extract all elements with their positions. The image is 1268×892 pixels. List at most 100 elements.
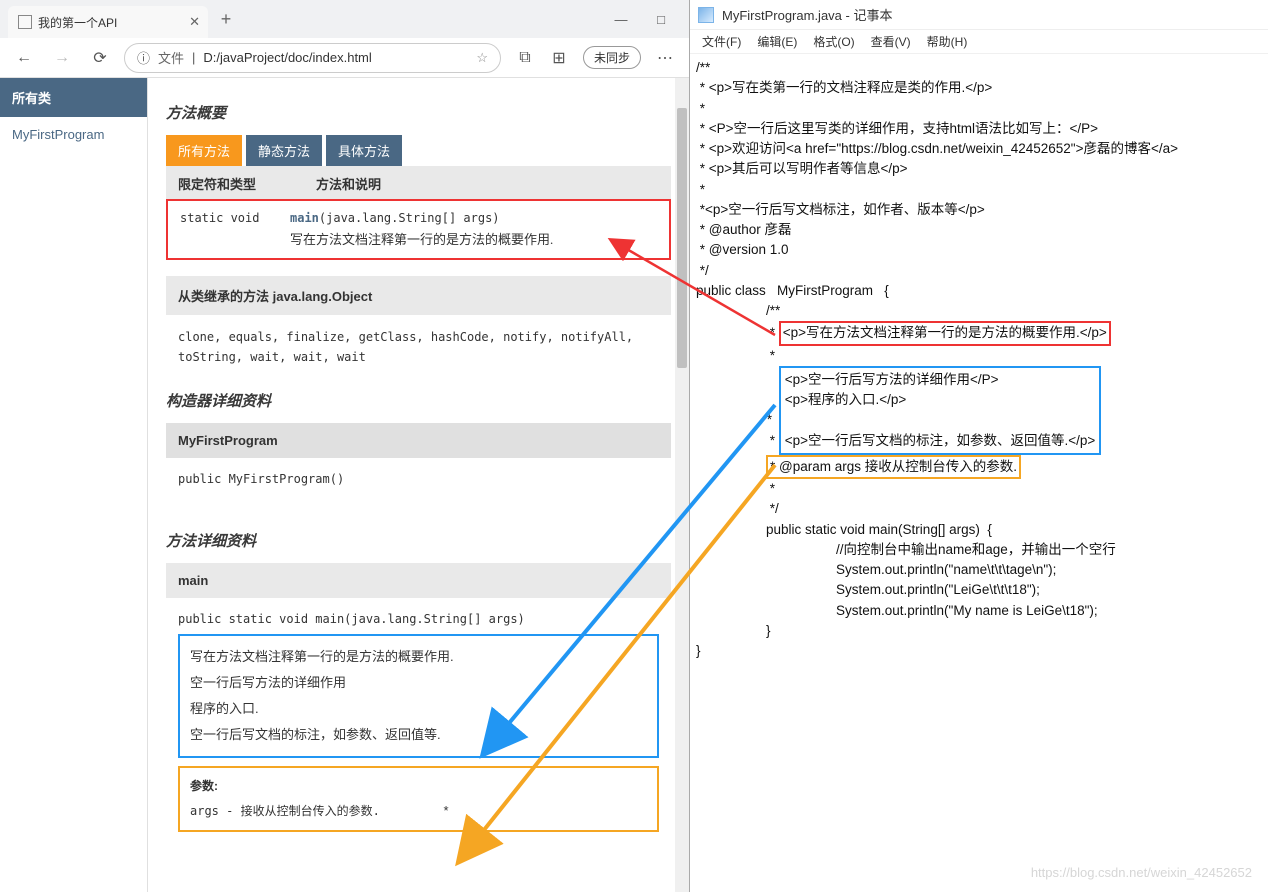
window-controls: — □: [601, 4, 681, 34]
code-line: *: [767, 412, 772, 427]
code-line: *: [696, 180, 1262, 200]
constructor-name: MyFirstProgram: [166, 423, 671, 458]
desc-line: 程序的入口.: [190, 696, 647, 722]
sidebar-class-link[interactable]: MyFirstProgram: [0, 117, 147, 152]
menu-format[interactable]: 格式(O): [807, 31, 860, 52]
method-summary-desc: 写在方法文档注释第一行的是方法的概要作用.: [290, 229, 553, 248]
code-line: }: [696, 641, 1262, 661]
url-path: D:/javaProject/doc/index.html: [203, 50, 371, 65]
code-line: * <p>写在类第一行的文档注释应是类的作用.</p>: [696, 78, 1262, 98]
sync-button[interactable]: 未同步: [583, 46, 641, 69]
constructor-signature: public MyFirstProgram(): [166, 458, 671, 500]
inherited-methods-list: clone, equals, finalize, getClass, hashC…: [166, 315, 671, 380]
notepad-icon: [698, 7, 714, 23]
tab-static-methods[interactable]: 静态方法: [246, 135, 322, 166]
sidebar-heading: 所有类: [0, 78, 147, 117]
favorite-icon[interactable]: ☆: [476, 50, 488, 66]
desc-line: 空一行后写文档的标注，如参数、返回值等.: [190, 722, 647, 748]
code-line: * @version 1.0: [696, 240, 1262, 260]
browser-tab[interactable]: 我的第一个API ✕: [8, 6, 208, 38]
constructor-detail-title: 构造器详细资料: [166, 390, 671, 411]
code-line: System.out.println("My name is LeiGe\t18…: [696, 601, 1262, 621]
desc-line: 写在方法文档注释第一行的是方法的概要作用.: [190, 644, 647, 670]
menu-help[interactable]: 帮助(H): [921, 31, 974, 52]
tab-title: 我的第一个API: [38, 14, 117, 31]
notepad-titlebar: MyFirstProgram.java - 记事本: [690, 0, 1268, 30]
notepad-window: MyFirstProgram.java - 记事本 文件(F) 编辑(E) 格式…: [690, 0, 1268, 892]
notepad-text-area[interactable]: /** * <p>写在类第一行的文档注释应是类的作用.</p> * * <P>空…: [690, 54, 1268, 892]
code-line: <p>程序的入口.</p>: [785, 392, 907, 407]
code-line: public static void main(String[] args) {: [696, 520, 1262, 540]
menu-edit[interactable]: 编辑(E): [751, 31, 803, 52]
code-line: * @author 彦磊: [696, 220, 1262, 240]
back-button[interactable]: ←: [10, 44, 38, 72]
code-line: * <p>写在方法文档注释第一行的是方法的概要作用.</p>: [696, 321, 1262, 345]
method-modifier: static void: [180, 211, 290, 248]
method-link-main[interactable]: main: [290, 211, 319, 225]
method-detail-title: 方法详细资料: [166, 530, 671, 551]
address-bar-row: ← → ⟳ ⓘ 文件 | D:/javaProject/doc/index.ht…: [0, 38, 689, 78]
asterisk: *: [443, 803, 448, 818]
menu-icon[interactable]: ⋯: [651, 48, 679, 68]
menu-view[interactable]: 查看(V): [865, 31, 917, 52]
method-detail-name: main: [166, 563, 671, 598]
code-line: System.out.println("LeiGe\t\t\t18");: [696, 580, 1262, 600]
scrollbar-thumb[interactable]: [677, 108, 687, 368]
code-line: *: [696, 346, 1262, 366]
code-line: }: [696, 621, 1262, 641]
code-line: *<p>空一行后写文档标注，如作者、版本等</p>: [696, 200, 1262, 220]
param-text: args - 接收从控制台传入的参数.: [190, 804, 380, 818]
maximize-button[interactable]: □: [641, 4, 681, 34]
tab-close-icon[interactable]: ✕: [189, 14, 200, 30]
code-line: * <p>欢迎访问<a href="https://blog.csdn.net/…: [696, 139, 1262, 159]
code-line: public class MyFirstProgram {: [696, 281, 1262, 301]
notepad-title: MyFirstProgram.java - 记事本: [722, 5, 892, 24]
javadoc-content: 方法概要 所有方法 静态方法 具体方法 限定符和类型 方法和说明 static …: [148, 78, 689, 892]
method-detail-signature: public static void main(java.lang.String…: [166, 598, 671, 634]
method-summary-row: static void main(java.lang.String[] args…: [166, 199, 671, 260]
code-line: <p>空一行后写方法的详细作用</P>: [785, 372, 999, 387]
divider: |: [192, 50, 195, 65]
watermark: https://blog.csdn.net/weixin_42452652: [1031, 865, 1252, 880]
tab-concrete-methods[interactable]: 具体方法: [326, 135, 402, 166]
url-scheme-label: 文件: [158, 48, 184, 67]
red-highlight: <p>写在方法文档注释第一行的是方法的概要作用.</p>: [779, 321, 1111, 345]
collections-icon[interactable]: ⊞: [545, 44, 573, 72]
param-label: 参数:: [190, 774, 647, 798]
desc-line: 空一行后写方法的详细作用: [190, 670, 647, 696]
inherited-methods-header: 从类继承的方法 java.lang.Object: [166, 276, 671, 315]
address-bar[interactable]: ⓘ 文件 | D:/javaProject/doc/index.html ☆: [124, 43, 501, 73]
col-method: 方法和说明: [316, 174, 381, 193]
menu-file[interactable]: 文件(F): [696, 31, 747, 52]
tab-all-methods[interactable]: 所有方法: [166, 135, 242, 166]
new-tab-button[interactable]: +: [212, 5, 240, 33]
forward-button[interactable]: →: [48, 44, 76, 72]
code-line: */: [696, 261, 1262, 281]
method-params-box: 参数: args - 接收从控制台传入的参数. *: [178, 766, 659, 832]
code-line: * <P>空一行后这里写类的详细作用，支持html语法比如写上：</P>: [696, 119, 1262, 139]
code-line: /**: [696, 301, 1262, 321]
code-line: <p>空一行后写文档的标注，如参数、返回值等.</p>: [785, 433, 1096, 448]
code-line: //向控制台中输出name和age，并输出一个空行: [696, 540, 1262, 560]
method-summary-title: 方法概要: [166, 102, 671, 123]
read-mode-icon[interactable]: ⧉: [511, 44, 539, 72]
code-line: *: [696, 99, 1262, 119]
code-line: /**: [696, 58, 1262, 78]
code-line: *: [696, 479, 1262, 499]
minimize-button[interactable]: —: [601, 4, 641, 34]
method-table-header: 限定符和类型 方法和说明: [166, 166, 671, 201]
page-icon: [18, 15, 32, 29]
orange-highlight: * @param args 接收从控制台传入的参数.: [696, 455, 1262, 479]
col-modifier: 限定符和类型: [178, 174, 256, 193]
code-line: */: [696, 499, 1262, 519]
notepad-menubar: 文件(F) 编辑(E) 格式(O) 查看(V) 帮助(H): [690, 30, 1268, 54]
browser-tab-strip: 我的第一个API ✕ + — □: [0, 0, 689, 38]
info-icon: ⓘ: [137, 48, 150, 67]
blue-highlight-block: * <p>空一行后写方法的详细作用</P> <p>程序的入口.</p> * <p…: [696, 366, 1262, 455]
code-line: * <p>其后可以写明作者等信息</p>: [696, 159, 1262, 179]
refresh-button[interactable]: ⟳: [86, 44, 114, 72]
javadoc-sidebar: 所有类 MyFirstProgram: [0, 78, 148, 892]
code-line: System.out.println("name\t\t\tage\n");: [696, 560, 1262, 580]
method-detail-description: 写在方法文档注释第一行的是方法的概要作用. 空一行后写方法的详细作用 程序的入口…: [178, 634, 659, 758]
scrollbar-vertical[interactable]: [675, 78, 689, 892]
